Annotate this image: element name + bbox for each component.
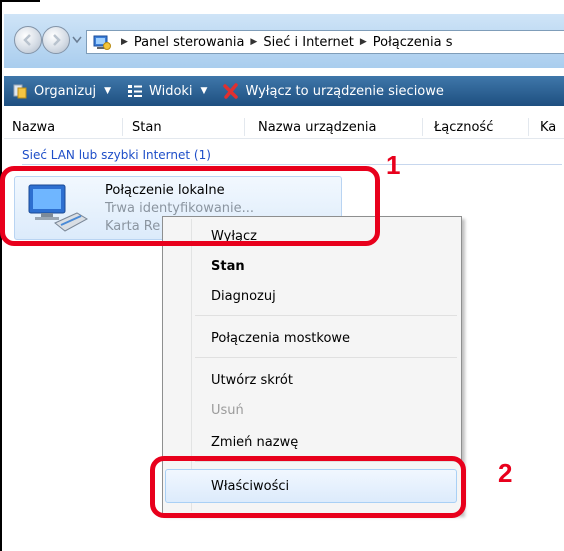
annotation-number-2: 2 xyxy=(498,458,513,488)
column-headers: Nazwa Stan Nazwa urządzenia Łączność Ka xyxy=(4,116,564,139)
views-icon xyxy=(128,85,143,97)
group-divider xyxy=(22,164,562,165)
column-divider xyxy=(122,118,123,136)
navigation-bar: ▶ Panel sterowania ▶ Sieć i Internet ▶ P… xyxy=(4,14,564,68)
breadcrumb-separator-icon: ▶ xyxy=(359,37,367,47)
chevron-down-icon: ▼ xyxy=(200,86,208,96)
breadcrumb-separator-icon: ▶ xyxy=(250,37,258,47)
views-button[interactable]: Widoki ▼ xyxy=(119,76,215,106)
column-header-name[interactable]: Nazwa xyxy=(12,120,55,135)
organize-button[interactable]: Organizuj ▼ xyxy=(4,76,119,106)
breadcrumb-item[interactable]: Sieć i Internet xyxy=(263,35,354,50)
disable-device-label: Wyłącz to urządzenie sieciowe xyxy=(245,83,444,99)
column-header-connectivity[interactable]: Łączność xyxy=(434,120,493,135)
breadcrumb-item[interactable]: Panel sterowania xyxy=(134,35,245,50)
menu-separator xyxy=(195,315,457,316)
annotation-number-1: 1 xyxy=(386,150,401,180)
column-divider xyxy=(528,118,529,136)
menu-item-status[interactable]: Stan xyxy=(211,259,245,274)
arrow-right-icon xyxy=(53,34,61,46)
menu-separator xyxy=(195,357,457,358)
menu-item-bridge-connections[interactable]: Połączenia mostkowe xyxy=(211,331,350,346)
menu-item-create-shortcut[interactable]: Utwórz skrót xyxy=(211,373,293,388)
command-toolbar: Organizuj ▼ Widoki ▼ Wyłącz to urządzeni… xyxy=(4,76,564,106)
annotation-highlight-2 xyxy=(150,456,466,518)
arrow-left-icon xyxy=(23,34,31,46)
top-border-line xyxy=(0,0,40,2)
recent-pages-chevron-down-icon[interactable] xyxy=(72,36,82,44)
red-x-icon xyxy=(223,83,239,99)
breadcrumb-separator-icon: ▶ xyxy=(121,37,128,47)
disable-device-button[interactable]: Wyłącz to urządzenie sieciowe xyxy=(215,76,451,106)
left-border-line xyxy=(0,0,2,551)
forward-button[interactable] xyxy=(42,26,70,54)
address-bar[interactable]: ▶ Panel sterowania ▶ Sieć i Internet ▶ P… xyxy=(86,30,564,54)
column-header-device-name[interactable]: Nazwa urządzenia xyxy=(258,120,377,135)
menu-item-rename[interactable]: Zmień nazwę xyxy=(211,435,298,450)
organize-icon xyxy=(13,84,27,99)
column-divider xyxy=(244,118,245,136)
column-header-category[interactable]: Ka xyxy=(540,120,556,135)
control-panel-icon xyxy=(93,35,111,50)
group-header[interactable]: Sieć LAN lub szybki Internet (1) xyxy=(22,148,211,162)
organize-label: Organizuj xyxy=(34,83,97,99)
menu-item-diagnose[interactable]: Diagnozuj xyxy=(211,289,276,304)
breadcrumb-item[interactable]: Połączenia s xyxy=(373,35,453,50)
annotation-highlight-1 xyxy=(0,166,380,246)
column-divider xyxy=(422,118,423,136)
chevron-down-icon: ▼ xyxy=(104,86,112,96)
back-button[interactable] xyxy=(14,26,42,54)
views-label: Widoki xyxy=(149,83,193,99)
column-header-status[interactable]: Stan xyxy=(132,120,162,135)
menu-item-delete[interactable]: Usuń xyxy=(211,403,244,418)
